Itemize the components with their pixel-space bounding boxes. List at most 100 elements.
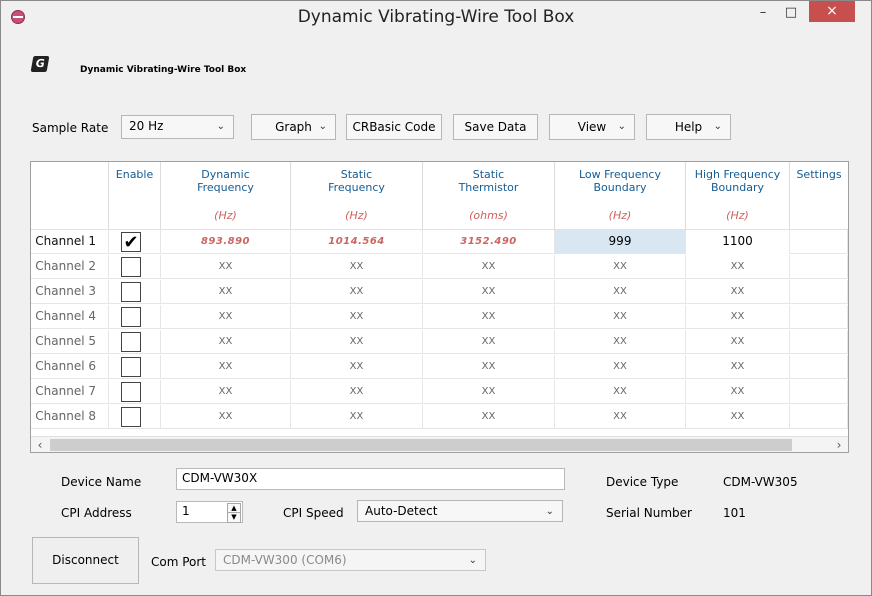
sample-rate-select[interactable]: 20 Hz ⌄	[121, 115, 234, 139]
name-cell: Channel 6	[31, 355, 109, 379]
enable-checkbox[interactable]	[121, 407, 141, 427]
name-cell: Channel 3	[31, 280, 109, 304]
enabled-cell	[109, 255, 161, 279]
dynamic-frequency-column-header: Dynamic Frequency (Hz)	[161, 162, 291, 230]
settings-cell: ...	[790, 305, 848, 329]
view-menu-button[interactable]: View ⌄	[549, 114, 635, 140]
cpi-address-label: CPI Address	[61, 506, 132, 520]
settings-column-header: Settings	[790, 162, 848, 230]
minimize-button[interactable]: –	[751, 5, 775, 26]
chevron-down-icon: ⌄	[318, 121, 327, 132]
low-frequency-boundary-column-header: Low Frequency Boundary (Hz)	[555, 162, 686, 230]
help-label: Help	[674, 120, 703, 134]
low-cell: XX	[555, 380, 686, 404]
name-cell: Channel 2	[31, 255, 109, 279]
static-thermistor-column-header: Static Thermistor (ohms)	[423, 162, 555, 230]
com-port-label: Com Port	[151, 555, 207, 569]
enable-checkbox[interactable]	[121, 257, 141, 277]
close-button[interactable]: ×	[809, 1, 855, 22]
sample-rate-value: 20 Hz	[129, 119, 164, 133]
thermistor-cell: XX	[423, 330, 555, 354]
app-title: Dynamic Vibrating-Wire Tool Box	[80, 65, 247, 75]
chevron-down-icon: ⌄	[617, 121, 626, 132]
settings-cell: ...	[790, 230, 848, 254]
name-cell: Channel 1	[31, 230, 109, 254]
checkmark-icon: ✔	[123, 232, 139, 253]
settings-cell: ...	[790, 380, 848, 404]
graph-menu-button[interactable]: Graph ⌄	[251, 114, 336, 140]
thermistor-cell: XX	[423, 405, 555, 429]
static-cell: XX	[291, 255, 423, 279]
help-menu-button[interactable]: Help ⌄	[646, 114, 731, 140]
channel-row: Channel 2XXXXXXXXXX...	[31, 255, 848, 279]
channel-row: Channel 7XXXXXXXXXX...	[31, 380, 848, 404]
enable-column-header: Enable	[109, 162, 161, 230]
cpi-speed-label: CPI Speed	[283, 506, 344, 520]
low-cell: 999	[555, 230, 686, 254]
title-bar[interactable]: Dynamic Vibrating-Wire Tool Box – □ ×	[1, 1, 871, 32]
name-cell: Channel 7	[31, 380, 109, 404]
enable-checkbox[interactable]	[121, 382, 141, 402]
device-name-input[interactable]: CDM-VW30X	[176, 468, 565, 490]
name-cell: Channel 5	[31, 330, 109, 354]
chevron-down-icon: ⌄	[545, 506, 554, 517]
enable-checkbox[interactable]	[121, 282, 141, 302]
high-cell: 1100	[686, 230, 790, 254]
view-label: View	[577, 120, 607, 134]
high-cell: XX	[686, 405, 790, 429]
cpi-address-value: 1	[182, 504, 190, 518]
channel-row: Channel 8XXXXXXXXXX...	[31, 405, 848, 429]
crbasic-code-button[interactable]: CRBasic Code	[346, 114, 442, 140]
channel-row: Channel 6XXXXXXXXXX...	[31, 355, 848, 379]
low-cell: XX	[555, 405, 686, 429]
scroll-left-icon[interactable]: ‹	[31, 437, 49, 452]
enable-checkbox[interactable]	[121, 332, 141, 352]
dynamic-cell: XX	[161, 405, 291, 429]
chevron-down-icon: ⌄	[713, 121, 722, 132]
enabled-cell: ✔	[109, 230, 161, 254]
static-cell: XX	[291, 380, 423, 404]
static-cell: 1014.564	[291, 230, 423, 254]
thermistor-cell: XX	[423, 380, 555, 404]
settings-cell: ...	[790, 405, 848, 429]
serial-number-value: 101	[723, 506, 746, 520]
dynamic-cell: XX	[161, 380, 291, 404]
device-type-label: Device Type	[606, 475, 679, 489]
serial-number-label: Serial Number	[606, 506, 692, 520]
device-name-label: Device Name	[61, 475, 142, 489]
high-cell: XX	[686, 355, 790, 379]
static-cell: XX	[291, 355, 423, 379]
com-port-select[interactable]: CDM-VW300 (COM6) ⌄	[215, 549, 486, 571]
horizontal-scrollbar[interactable]: ‹ ›	[31, 436, 848, 452]
spinner-down-icon[interactable]: ▼	[227, 512, 241, 523]
dynamic-cell: 893.890	[161, 230, 291, 254]
enabled-cell	[109, 355, 161, 379]
name-cell: Channel 8	[31, 405, 109, 429]
dynamic-cell: XX	[161, 280, 291, 304]
channel-table: Enable Dynamic Frequency (Hz) Static Freque…	[30, 161, 849, 453]
enable-checkbox[interactable]: ✔	[121, 232, 141, 253]
maximize-button[interactable]: □	[779, 5, 803, 26]
static-cell: XX	[291, 305, 423, 329]
enabled-cell	[109, 280, 161, 304]
cpi-speed-select[interactable]: Auto-Detect ⌄	[357, 500, 563, 522]
static-frequency-column-header: Static Frequency (Hz)	[291, 162, 423, 230]
cpi-address-spinner[interactable]: 1 ▲ ▼	[176, 501, 243, 523]
high-frequency-boundary-column-header: High Frequency Boundary (Hz)	[686, 162, 790, 230]
enable-checkbox[interactable]	[121, 307, 141, 327]
thermistor-cell: XX	[423, 305, 555, 329]
high-cell: XX	[686, 255, 790, 279]
dynamic-cell: XX	[161, 355, 291, 379]
static-cell: XX	[291, 280, 423, 304]
disconnect-button[interactable]: Disconnect	[32, 537, 139, 584]
channel-column-header	[31, 162, 109, 230]
scrollbar-thumb[interactable]	[50, 439, 792, 451]
device-type-value: CDM-VW305	[723, 475, 798, 489]
dynamic-cell: XX	[161, 255, 291, 279]
save-data-button[interactable]: Save Data	[453, 114, 538, 140]
high-cell: XX	[686, 380, 790, 404]
enable-checkbox[interactable]	[121, 357, 141, 377]
enabled-cell	[109, 380, 161, 404]
com-port-value: CDM-VW300 (COM6)	[223, 553, 347, 567]
scroll-right-icon[interactable]: ›	[830, 437, 848, 452]
